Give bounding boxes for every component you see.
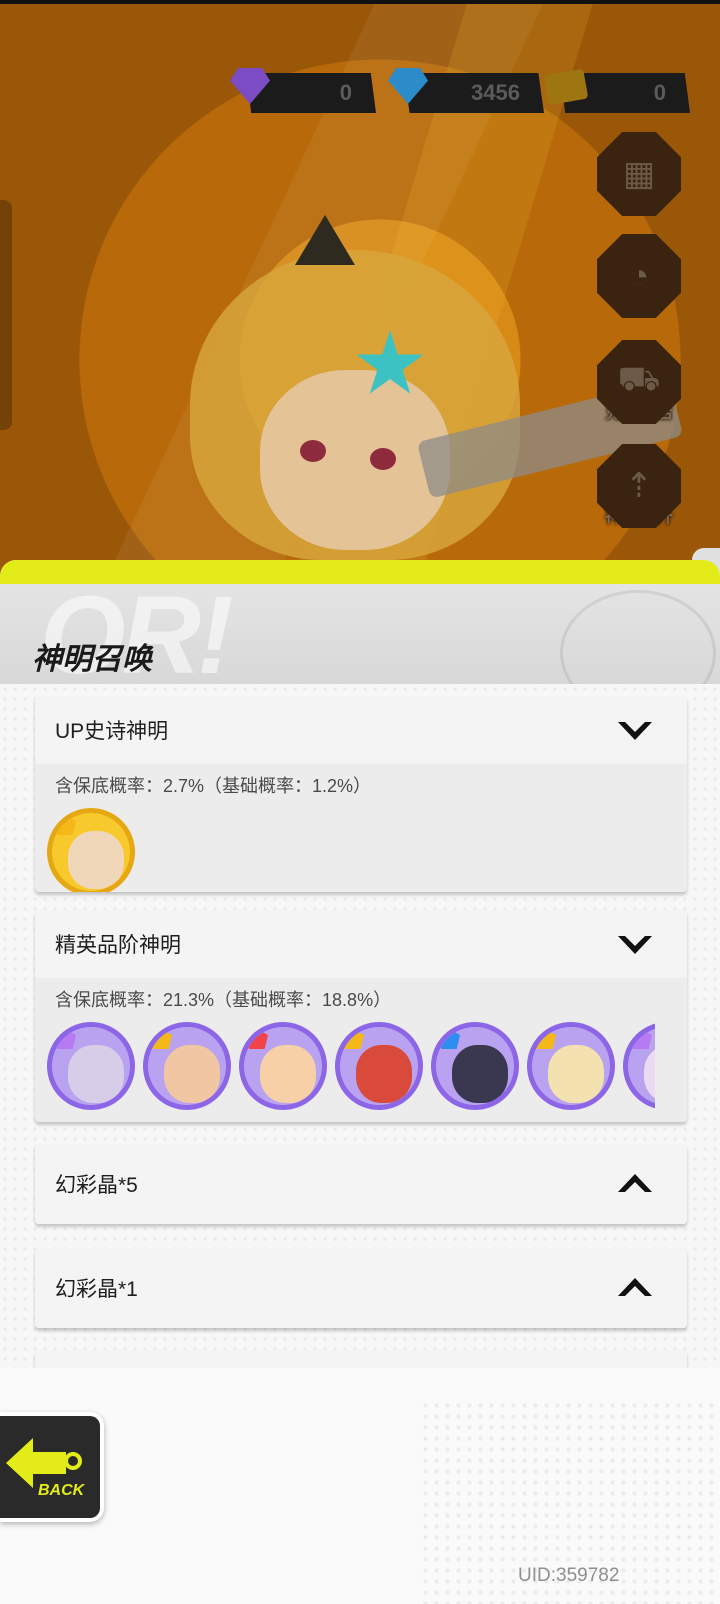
pool-card-crystal-1[interactable]: 幻彩晶*1: [35, 1248, 687, 1328]
back-label: BACK: [38, 1482, 85, 1499]
pool-list[interactable]: UP史诗神明 含保底概率：2.7%（基础概率：1.2%） 精英品阶神明 含保底概…: [0, 684, 720, 1424]
left-edge-handle[interactable]: [0, 200, 12, 430]
back-circle-icon: [64, 1452, 82, 1470]
god-portrait[interactable]: [239, 1022, 327, 1110]
god-portrait[interactable]: [47, 808, 135, 892]
uid-label: UID:359782: [518, 1565, 620, 1586]
side-button-shop[interactable]: ▦ 商城: [596, 132, 682, 222]
currency-value: 0: [339, 80, 352, 105]
chevron-up-icon[interactable]: [615, 1274, 655, 1302]
side-button-upgrade[interactable]: ⇡ 神格飙升: [596, 444, 682, 534]
side-button-trial[interactable]: ◔ 试用: [596, 234, 682, 324]
god-portrait[interactable]: [47, 1022, 135, 1110]
chevron-down-icon[interactable]: [615, 716, 655, 744]
pool-card-up-epic[interactable]: UP史诗神明 含保底概率：2.7%（基础概率：1.2%）: [35, 696, 687, 892]
god-portrait[interactable]: [335, 1022, 423, 1110]
trial-icon: ◔: [597, 234, 681, 318]
sheet-title: 神明召唤: [32, 643, 152, 676]
chevron-down-icon[interactable]: [615, 930, 655, 958]
back-button[interactable]: BACK: [0, 1412, 104, 1522]
pool-card-header[interactable]: 精英品阶神明: [35, 910, 687, 978]
pool-card-header[interactable]: UP史诗神明: [35, 696, 687, 764]
back-arrow-icon: [6, 1438, 66, 1488]
god-portrait[interactable]: [431, 1022, 519, 1110]
sheet-header: OR! 神明召唤: [0, 574, 720, 716]
portrait-row: [35, 1012, 655, 1110]
pool-rate-text: 含保底概率：2.7%（基础概率：1.2%）: [55, 776, 372, 796]
gold-ticket-icon: [543, 68, 590, 112]
pool-card-elite[interactable]: 精英品阶神明 含保底概率：21.3%（基础概率：18.8%）: [35, 910, 687, 1122]
portrait-row: [35, 798, 687, 892]
pool-rate-text: 含保底概率：21.3%（基础概率：18.8%）: [55, 990, 392, 1010]
blue-diamond-icon: [388, 68, 432, 112]
god-portrait[interactable]: [623, 1022, 655, 1110]
purple-gem-icon: [230, 68, 274, 112]
god-portrait[interactable]: [143, 1022, 231, 1110]
pool-title: 幻彩晶*1: [55, 1278, 138, 1301]
shop-icon: ▦: [597, 132, 681, 216]
pool-title: UP史诗神明: [55, 720, 169, 743]
god-portrait[interactable]: [527, 1022, 615, 1110]
pool-card-header[interactable]: 幻彩晶*1: [35, 1248, 687, 1328]
side-button-exchange-shop[interactable]: ⛟ 兑换商店: [596, 340, 682, 430]
currency-value: 0: [653, 80, 666, 105]
chevron-up-icon[interactable]: [615, 1170, 655, 1198]
pool-title: 幻彩晶*5: [55, 1174, 138, 1197]
currency-value: 3456: [471, 80, 520, 105]
pool-card-crystal-5[interactable]: 幻彩晶*5: [35, 1144, 687, 1224]
status-bar: [0, 0, 720, 4]
pool-card-header[interactable]: 幻彩晶*5: [35, 1144, 687, 1224]
pool-title: 精英品阶神明: [55, 934, 181, 957]
